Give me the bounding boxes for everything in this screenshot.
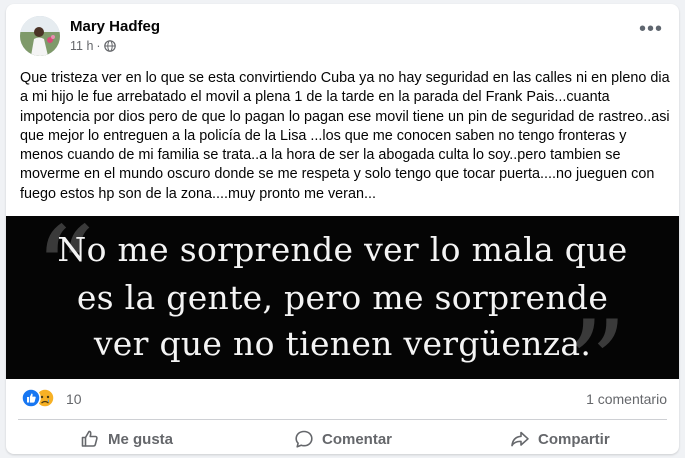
comment-button[interactable]: Comentar <box>294 426 392 452</box>
post-card: Mary Hadfeg 11 h · ••• Que tristeza ver … <box>6 4 679 454</box>
globe-icon <box>103 40 116 52</box>
post-timestamp[interactable]: 11 h <box>70 39 93 53</box>
like-button-label: Me gusta <box>108 430 174 448</box>
comment-icon <box>295 430 313 448</box>
meta-separator: · <box>96 39 101 53</box>
post-text: Que tristeza ver en lo que se esta convi… <box>20 70 670 202</box>
share-icon <box>511 431 529 447</box>
post-header: Mary Hadfeg 11 h · ••• <box>6 4 679 60</box>
avatar-photo <box>20 16 60 56</box>
action-divider <box>18 419 667 420</box>
post-actions: Me gusta Comentar Compartir <box>6 422 679 454</box>
quote-line-3: ver que no tienen vergüenza. <box>93 324 592 363</box>
like-button[interactable]: Me gusta <box>80 426 173 452</box>
share-button[interactable]: Compartir <box>510 426 610 452</box>
engagement-summary: 10 1 comentario <box>6 384 679 414</box>
author-name[interactable]: Mary Hadfeg <box>70 18 160 35</box>
thumbs-up-icon <box>81 430 98 447</box>
reaction-count[interactable]: 10 <box>66 391 82 407</box>
quote-line-2: es la gente, pero me sorprende <box>76 278 609 317</box>
quote-line-1: No me sorprende ver lo mala que <box>57 230 628 269</box>
reaction-icons[interactable] <box>21 388 61 408</box>
post-meta: 11 h · <box>70 39 116 53</box>
comment-count[interactable]: 1 comentario <box>586 391 667 407</box>
share-button-label: Compartir <box>538 430 610 448</box>
author-avatar[interactable] <box>20 16 60 56</box>
post-image[interactable]: “ ” No me sorprende ver lo mala que es l… <box>6 216 679 379</box>
more-options-icon[interactable]: ••• <box>639 19 663 39</box>
comment-button-label: Comentar <box>322 430 393 448</box>
like-reaction-icon <box>21 388 41 408</box>
